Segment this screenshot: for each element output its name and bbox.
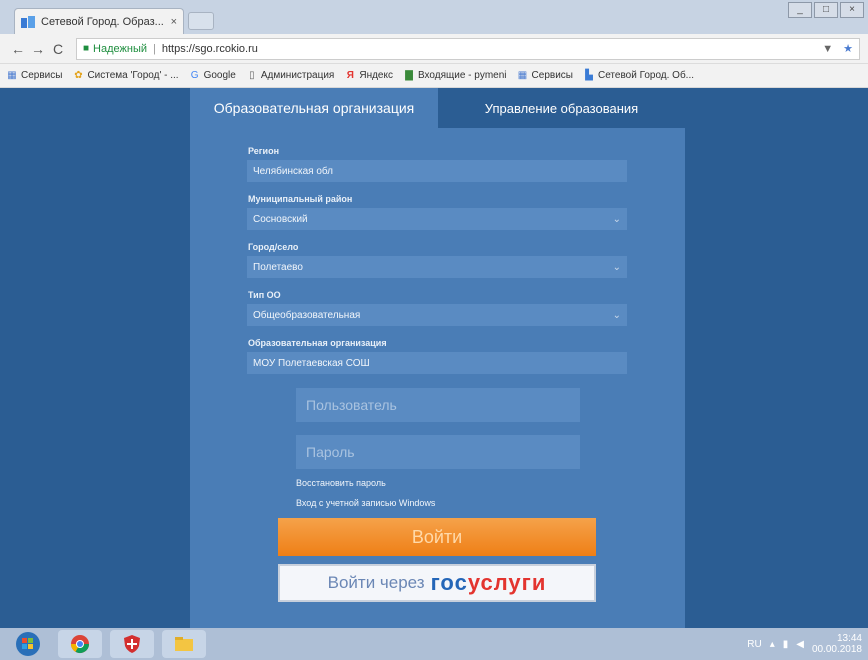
close-icon[interactable]: × <box>840 2 864 18</box>
school-type-label: Тип ОО <box>248 290 281 300</box>
url-text: https://sgo.rcokio.ru <box>161 42 258 55</box>
school-field[interactable]: МОУ Полетаевская СОШ <box>247 352 627 374</box>
school-type-value: Общеобразовательная <box>253 309 361 321</box>
chrome-icon <box>71 635 89 654</box>
login-panel: Регион Челябинская обл Муниципальный рай… <box>190 128 685 628</box>
address-bar[interactable]: ■ Надежный | https://sgo.rcokio.ru ▼ ★ <box>76 37 860 60</box>
chevron-down-icon: ⌄ <box>612 213 621 225</box>
tab-close-icon[interactable]: × <box>171 16 177 28</box>
tab-educational-organization[interactable]: Образовательная организация <box>190 88 438 128</box>
gosuslugi-logo-part1: гос <box>430 570 468 595</box>
district-value: Сосновский <box>253 213 308 225</box>
school-value: МОУ Полетаевская СОШ <box>253 357 370 369</box>
bookmark-label: Сетевой Город. Об... <box>597 70 695 81</box>
bookmark-item[interactable]: ▯ Администрация <box>246 69 335 82</box>
login-button[interactable]: Войти <box>278 518 596 556</box>
windows-login-link[interactable]: Вход с учетной записью Windows <box>296 498 435 508</box>
network-icon[interactable]: ▮ <box>783 639 789 650</box>
windows-taskbar: RU ▴ ▮ ◀ 13:44 00.00.2018 <box>0 628 868 660</box>
secure-label: Надежный <box>93 42 148 55</box>
page-content: Образовательная организация Управление о… <box>0 88 868 628</box>
clock-time: 13:44 <box>836 633 862 644</box>
bookmark-item[interactable]: G Google <box>189 70 236 82</box>
region-label: Регион <box>248 146 279 156</box>
login-tabs: Образовательная организация Управление о… <box>190 88 685 128</box>
back-icon[interactable]: ← <box>8 41 28 57</box>
district-select[interactable]: Сосновский ⌄ <box>247 208 627 230</box>
system-tray: RU ▴ ▮ ◀ 13:44 00.00.2018 <box>747 633 862 655</box>
gosuslugi-prefix: Войти через <box>327 573 425 592</box>
network-city-icon: ▙ <box>585 69 593 81</box>
browser-tab[interactable]: Сетевой Город. Образ... × <box>14 8 184 34</box>
language-indicator[interactable]: RU <box>747 639 761 650</box>
lock-icon: ■ <box>83 43 90 54</box>
bookmark-item[interactable]: ▙ Сетевой Город. Об... <box>583 70 694 82</box>
town-value: Полетаево <box>253 261 303 273</box>
start-button[interactable] <box>6 630 50 658</box>
bookmark-item[interactable]: ▇ Входящие - pymeni <box>403 69 507 82</box>
chevron-down-icon: ⌄ <box>612 309 621 321</box>
network-city-icon: ✿ <box>74 69 83 81</box>
extension-icon[interactable]: ▼ <box>822 43 833 55</box>
region-value: Челябинская обл <box>253 165 334 177</box>
forward-icon[interactable]: → <box>28 41 48 57</box>
network-city-icon <box>21 15 35 28</box>
page-icon: ▯ <box>249 69 255 81</box>
username-placeholder: Пользователь <box>306 397 397 413</box>
browser-tab-strip: Сетевой Город. Образ... × _ □ × <box>0 0 868 34</box>
google-icon: G <box>190 69 199 81</box>
windows-logo-icon <box>16 632 40 656</box>
gosuslugi-logo-part2: услуги <box>467 570 547 595</box>
region-field: Челябинская обл <box>247 160 627 182</box>
town-select[interactable]: Полетаево ⌄ <box>247 256 627 278</box>
gosuslugi-logo: госуслуги <box>431 570 547 596</box>
clock-date: 00.00.2018 <box>811 644 862 655</box>
address-separator: | <box>153 42 156 55</box>
tab-title: Сетевой Город. Образ... <box>41 15 164 28</box>
bookmark-label: Сервисы <box>531 70 573 81</box>
apps-icon: ▦ <box>7 69 17 81</box>
book-icon: ▇ <box>405 69 413 81</box>
maximize-icon[interactable]: □ <box>814 2 838 18</box>
taskbar-antivirus[interactable] <box>110 630 154 658</box>
restore-password-link[interactable]: Восстановить пароль <box>296 478 386 488</box>
bookmark-label: Яндекс <box>359 70 393 81</box>
folder-icon <box>175 637 193 651</box>
taskbar-chrome[interactable] <box>58 630 102 658</box>
bookmark-label: Система 'Город' - ... <box>87 70 179 81</box>
username-input[interactable]: Пользователь <box>296 388 580 422</box>
bookmark-item[interactable]: ▦ Сервисы <box>6 70 62 82</box>
new-tab-button[interactable] <box>188 12 214 30</box>
taskbar-explorer[interactable] <box>162 630 206 658</box>
bookmark-item[interactable]: ▦ Сервисы <box>517 70 573 82</box>
password-placeholder: Пароль <box>306 444 355 460</box>
apps-icon: ▦ <box>517 69 528 81</box>
bookmark-label: Сервисы <box>21 70 63 81</box>
password-input[interactable]: Пароль <box>296 435 580 469</box>
bookmark-item[interactable]: ✿ Система 'Город' - ... <box>72 70 178 82</box>
bookmark-label: Входящие - pymeni <box>417 70 507 81</box>
chevron-down-icon: ⌄ <box>612 261 621 273</box>
town-label: Город/село <box>248 242 299 252</box>
yandex-icon: Я <box>346 69 354 81</box>
shield-icon <box>124 635 140 653</box>
tab-education-department[interactable]: Управление образования <box>438 88 685 128</box>
school-type-select[interactable]: Общеобразовательная ⌄ <box>247 304 627 326</box>
bookmark-label: Администрация <box>260 70 335 81</box>
volume-icon[interactable]: ◀ <box>796 639 804 650</box>
bookmark-item[interactable]: Я Яндекс <box>344 70 393 82</box>
minimize-icon[interactable]: _ <box>788 2 812 18</box>
district-label: Муниципальный район <box>248 194 353 204</box>
tray-arrow-icon[interactable]: ▴ <box>770 639 775 650</box>
clock[interactable]: 13:44 00.00.2018 <box>812 633 862 655</box>
gosuslugi-login-button[interactable]: Войти через госуслуги <box>278 564 596 602</box>
bookmarks-bar: ▦ Сервисы ✿ Система 'Город' - ... G Goog… <box>0 64 868 88</box>
bookmark-star-icon[interactable]: ★ <box>843 42 853 55</box>
school-label: Образовательная организация <box>248 338 387 348</box>
bookmark-label: Google <box>203 70 236 81</box>
browser-toolbar: ← → C ■ Надежный | https://sgo.rcokio.ru… <box>0 34 868 64</box>
reload-icon[interactable]: C <box>48 41 68 57</box>
window-controls: _ □ × <box>788 2 864 18</box>
